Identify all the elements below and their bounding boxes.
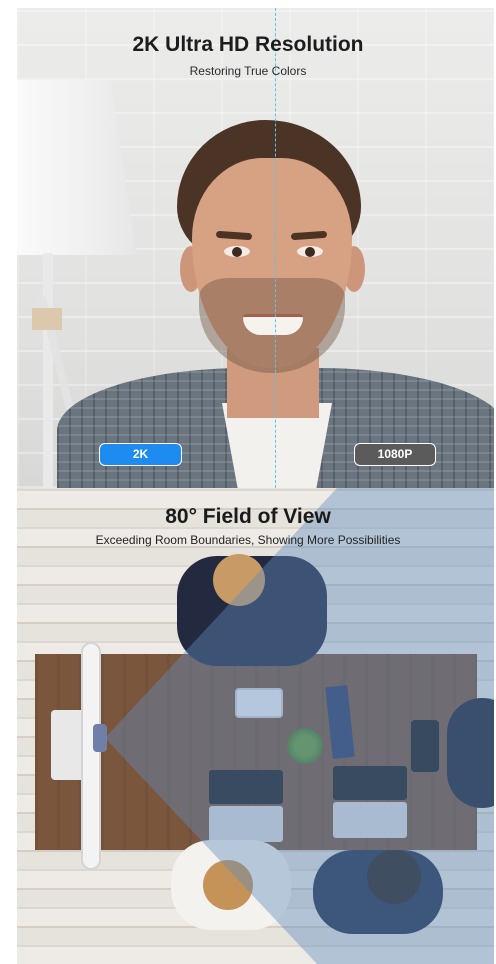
smiling-man-portrait bbox=[17, 8, 494, 488]
left-eye bbox=[224, 246, 250, 257]
monitor-stand bbox=[51, 710, 87, 780]
fov-subtitle: Exceeding Room Boundaries, Showing More … bbox=[95, 533, 401, 547]
webcam-icon bbox=[93, 724, 107, 752]
resolution-comparison-photo bbox=[17, 8, 494, 488]
monitor bbox=[83, 644, 99, 868]
fov-title: 80° Field of View bbox=[165, 505, 331, 528]
comparison-divider-line bbox=[275, 8, 276, 488]
resolution-title: 2K Ultra HD Resolution bbox=[132, 33, 364, 56]
badge-1080p: 1080P bbox=[354, 443, 436, 466]
right-eye bbox=[297, 246, 323, 257]
resolution-subtitle: Restoring True Colors bbox=[189, 64, 307, 78]
badge-2k: 2K bbox=[99, 443, 182, 466]
field-of-view-photo bbox=[17, 488, 494, 964]
smile bbox=[243, 314, 303, 335]
